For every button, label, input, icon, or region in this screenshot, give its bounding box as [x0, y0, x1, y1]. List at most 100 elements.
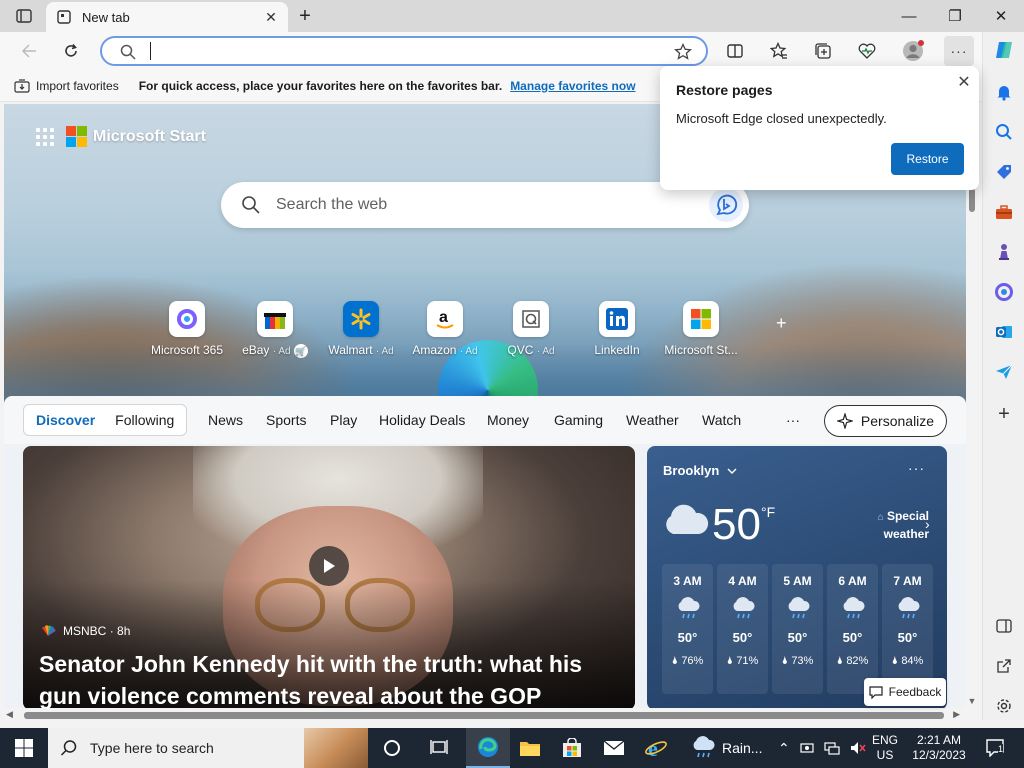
add-favorite-star-icon[interactable] [674, 42, 692, 64]
play-video-button[interactable] [309, 546, 349, 586]
close-icon[interactable]: ✕ [954, 72, 974, 92]
input-language[interactable]: ENG US [872, 728, 898, 768]
tools-button[interactable] [992, 200, 1016, 224]
microsoft-start-brand[interactable]: Microsoft Start [93, 128, 206, 146]
tag-icon [997, 165, 1011, 179]
settings-and-more-button[interactable]: ··· [944, 36, 974, 66]
horizontal-scrollbar[interactable]: ◀ ▶ [4, 708, 966, 722]
address-bar[interactable] [100, 36, 708, 66]
network-icon[interactable] [824, 741, 840, 755]
vertical-scroll-thumb[interactable] [969, 188, 975, 212]
tab-discover[interactable]: Discover [36, 412, 95, 428]
forecast-precip: 82% [846, 655, 869, 667]
chevron-right-icon[interactable]: › [925, 516, 930, 532]
open-external-button[interactable] [992, 654, 1016, 678]
games-button[interactable] [992, 240, 1016, 264]
weather-more-button[interactable]: ··· [908, 460, 925, 476]
cortana-button[interactable] [370, 728, 414, 768]
add-sidebar-app-button[interactable]: + [992, 402, 1016, 426]
forecast-hour[interactable]: 4 AM 50° 🌢 71% [717, 564, 768, 694]
more-categories-button[interactable]: ··· [786, 412, 800, 428]
nav-watch[interactable]: Watch [702, 412, 741, 428]
weather-card[interactable]: Brooklyn ··· 50 °F ⌂ Special weather › 3… [647, 446, 947, 708]
restore-window-button[interactable]: ❐ [932, 0, 978, 32]
notifications-button[interactable] [992, 80, 1016, 104]
forecast-hour[interactable]: 6 AM 50° 🌢 82% [827, 564, 878, 694]
back-button[interactable] [14, 36, 44, 66]
new-tab-button[interactable]: + [294, 5, 316, 27]
feedback-button[interactable]: Feedback [864, 678, 946, 706]
taskbar-search-box[interactable]: Type here to search [48, 728, 368, 768]
favorites-button[interactable] [764, 36, 794, 66]
forecast-hour[interactable]: 3 AM 50° 🌢 76% [662, 564, 713, 694]
special-weather-alert[interactable]: ⌂ Special weather [859, 508, 929, 542]
nav-holiday-deals[interactable]: Holiday Deals [379, 412, 465, 428]
scroll-down-arrow-icon[interactable]: ▼ [966, 696, 978, 708]
notification-count-badge: 1 [998, 744, 1004, 754]
outlook-button[interactable] [992, 320, 1016, 344]
volume-muted-icon[interactable] [850, 741, 866, 755]
nav-gaming[interactable]: Gaming [554, 412, 603, 428]
quick-link-microsoft-365[interactable]: Microsoft 365 [142, 301, 232, 357]
close-window-button[interactable]: ✕ [978, 0, 1024, 32]
manage-favorites-link[interactable]: Manage favorites now [510, 79, 635, 93]
quick-link-walmart[interactable]: Walmart · Ad [316, 301, 406, 357]
nav-money[interactable]: Money [487, 412, 529, 428]
meet-now-icon[interactable] [800, 741, 814, 755]
start-button[interactable] [0, 728, 48, 768]
weather-location[interactable]: Brooklyn [663, 463, 737, 478]
taskbar-weather[interactable]: Rain... [690, 728, 770, 768]
import-favorites-button[interactable]: Import favorites [14, 79, 119, 93]
bing-chat-icon[interactable] [709, 188, 743, 222]
nav-weather[interactable]: Weather [626, 412, 679, 428]
nav-news[interactable]: News [208, 412, 243, 428]
sidebar-search-button[interactable] [992, 120, 1016, 144]
quick-link-qvc[interactable]: QVC · Ad [486, 301, 576, 357]
split-screen-button[interactable] [720, 36, 750, 66]
taskbar-mail[interactable] [592, 728, 636, 768]
taskbar-internet-explorer[interactable]: e [634, 728, 678, 768]
quick-link-linkedin[interactable]: LinkedIn [572, 301, 662, 357]
scroll-left-arrow-icon[interactable]: ◀ [6, 709, 13, 720]
clock[interactable]: 2:21 AM 12/3/2023 [912, 728, 966, 768]
drop-button[interactable] [992, 360, 1016, 384]
scroll-right-arrow-icon[interactable]: ▶ [953, 709, 960, 720]
tab-new-tab[interactable]: New tab ✕ [46, 2, 288, 32]
minimize-button[interactable]: — [886, 0, 932, 32]
refresh-button[interactable] [56, 36, 86, 66]
sidebar-settings-button[interactable] [992, 694, 1016, 718]
microsoft-365-button[interactable] [992, 280, 1016, 304]
action-center-button[interactable]: 1 [976, 728, 1016, 768]
personalize-button[interactable]: Personalize [824, 405, 947, 437]
add-quick-link-button[interactable]: + [776, 313, 787, 334]
system-tray: ⌃ [778, 728, 866, 768]
profile-button[interactable] [898, 36, 928, 66]
nav-play[interactable]: Play [330, 412, 357, 428]
forecast-hour[interactable]: 7 AM 50° 🌢 84% [882, 564, 933, 694]
quick-link-amazon[interactable]: a Amazon · Ad [400, 301, 490, 357]
browser-essentials-button[interactable] [852, 36, 882, 66]
quick-link-microsoft-store[interactable]: Microsoft St... [656, 301, 746, 357]
restore-button[interactable]: Restore [891, 143, 964, 175]
taskbar-file-explorer[interactable] [508, 728, 552, 768]
vertical-scrollbar[interactable]: ▼ [966, 104, 978, 708]
nav-sports[interactable]: Sports [266, 412, 306, 428]
tab-actions-button[interactable] [10, 6, 38, 26]
news-card[interactable]: MSNBC · 8h Senator John Kennedy hit with… [23, 446, 635, 708]
horizontal-scroll-thumb[interactable] [24, 712, 944, 719]
taskbar-store[interactable] [550, 728, 594, 768]
shopping-button[interactable] [992, 160, 1016, 184]
news-headline[interactable]: Senator John Kennedy hit with the truth:… [39, 648, 609, 708]
copilot-button[interactable] [992, 38, 1016, 62]
show-hidden-icons-chevron-icon[interactable]: ⌃ [778, 740, 790, 757]
forecast-hour[interactable]: 5 AM 50° 🌢 73% [772, 564, 823, 694]
tab-following[interactable]: Following [115, 412, 174, 428]
close-tab-icon[interactable]: ✕ [264, 9, 278, 25]
app-launcher-waffle-icon[interactable] [36, 127, 54, 146]
taskbar-edge[interactable] [466, 728, 510, 768]
task-view-button[interactable] [418, 728, 462, 768]
address-input[interactable] [146, 41, 666, 61]
collections-button[interactable] [808, 36, 838, 66]
hide-sidebar-button[interactable] [992, 614, 1016, 638]
quick-link-ebay[interactable]: eBay · Ad 🛒 [230, 301, 320, 358]
